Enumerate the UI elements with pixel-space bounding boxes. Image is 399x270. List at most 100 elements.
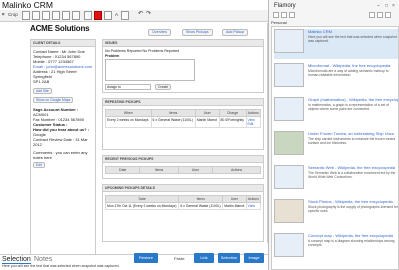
address-postcode: SP1 2AB: [33, 79, 50, 84]
maximize-icon[interactable]: □: [385, 3, 388, 9]
paste-selection-button[interactable]: Selection: [218, 253, 240, 263]
app-title: Malinko CRM: [2, 0, 54, 10]
create-issue-button[interactable]: Create: [155, 84, 172, 90]
clip-thumbnail: [274, 97, 304, 121]
row-when: Every 2 weeks on Mondays: [105, 116, 152, 128]
pen-tool-button[interactable]: [84, 11, 92, 20]
list-item[interactable]: Semantic Web - Wikipedia, the free encyc…: [274, 165, 398, 195]
clip-title: Semantic Web - Wikipedia, the free encyc…: [308, 165, 396, 170]
paste-image-button[interactable]: Image: [244, 253, 264, 263]
clip-title: Microformat - Wikipedia, the free encycl…: [308, 63, 391, 68]
snapshot-icon[interactable]: [289, 12, 295, 18]
edit-client-button[interactable]: Edit: [33, 162, 45, 168]
problem-label: Problem: [105, 54, 120, 58]
clip-desc: A concept map is a diagram showing relat…: [308, 239, 395, 248]
clip-thumbnail: [274, 165, 304, 189]
view-upcoming-button[interactable]: View: [248, 204, 255, 208]
col-date: Date: [104, 166, 141, 174]
list-item[interactable]: Under Frozen Tundra, an Icebreaking Ship…: [274, 131, 398, 161]
text-tool-button[interactable]: [72, 11, 80, 20]
font-size-label[interactable]: A: [115, 12, 118, 17]
add-site-button[interactable]: Add Site: [33, 88, 52, 94]
overview-button[interactable]: Overview: [148, 29, 171, 36]
tab-selection[interactable]: Selection: [2, 256, 31, 264]
clip-title: Stock Photos - Wikipedia, the free encyc…: [308, 199, 393, 204]
crop-icon[interactable]: ⌗: [2, 12, 5, 17]
col-user: User: [194, 109, 220, 117]
menu-icon[interactable]: [385, 12, 391, 18]
col-date: Date: [104, 195, 180, 203]
line-tool-button[interactable]: [62, 11, 70, 20]
stroke-width-button[interactable]: [104, 11, 112, 20]
show-pickups-button[interactable]: Show Pickups: [182, 29, 213, 36]
col-items: Items: [139, 166, 179, 174]
select-tool-button[interactable]: [22, 11, 30, 20]
list-item[interactable]: Malinko CRM Here you will see the text t…: [274, 29, 398, 59]
close-icon[interactable]: ×: [392, 3, 395, 9]
search-icon[interactable]: [369, 12, 375, 18]
col-user: User: [222, 195, 247, 203]
table-row: Mon 17th Oct 11 (Every 2 weeks on Monday…: [104, 202, 262, 210]
row-items: 6 x General Waste (1100L): [178, 202, 224, 210]
row-actions: View: [245, 202, 262, 210]
col-items: Items: [150, 109, 196, 117]
col-items: Items: [178, 195, 224, 203]
upcoming-pickups-table: Date Items User Actions Mon 17th Oct 11 …: [104, 195, 262, 210]
ellipse-tool-button[interactable]: [42, 11, 50, 20]
tab-notes[interactable]: Notes: [34, 256, 52, 263]
row-actions: View Edit: [245, 116, 262, 128]
flamory-sidebar: Flamory – □ × Personal Malinko CRM Here …: [268, 0, 399, 270]
arrow-tool-button[interactable]: [52, 11, 60, 20]
list-item[interactable]: Microformat - Wikipedia, the free encycl…: [274, 63, 398, 93]
undo-icon[interactable]: ↶: [138, 10, 143, 17]
clip-desc: Here you will see the text that was sele…: [308, 35, 397, 44]
google-maps-button[interactable]: Show on Google Maps: [33, 97, 74, 103]
edit-repeating-button[interactable]: Edit: [248, 122, 254, 126]
settings-icon[interactable]: [377, 12, 383, 18]
app-titlebar: Malinko CRM: [0, 0, 268, 10]
row-items: 6 x General Waste (1100L): [150, 116, 196, 128]
rectangle-tool-button[interactable]: [32, 11, 40, 20]
clip-thumbnail: [274, 131, 304, 155]
back-icon[interactable]: [273, 12, 279, 18]
flamory-title: Flamory: [274, 3, 296, 9]
color-picker-button[interactable]: [94, 11, 102, 20]
comments-cont: notes here: [33, 155, 52, 160]
restore-button[interactable]: Restore: [134, 253, 158, 263]
minimize-icon[interactable]: –: [377, 3, 380, 9]
list-item[interactable]: Concept map - Wikipedia, the free encycl…: [274, 233, 398, 263]
font-size-dropdown[interactable]: [121, 11, 129, 20]
problem-textarea[interactable]: [105, 59, 195, 81]
clip-desc: The ship carried instruments to measure …: [308, 137, 396, 146]
row-user: Martin Marrot: [222, 202, 247, 210]
recent-pickups-panel: RECENT PREVIOUS PICKUPS Date Items User …: [102, 155, 264, 179]
clip-desc: The Semantic Web is a collaborative move…: [308, 171, 396, 180]
selection-status: Here you will see the text that was sele…: [0, 264, 268, 270]
add-pickup-button[interactable]: Add Pickup: [222, 29, 249, 36]
crop-label[interactable]: Crop: [8, 12, 18, 17]
col-charge: Charge: [218, 109, 247, 117]
forward-icon[interactable]: [281, 12, 287, 18]
contract-review-year: 2012: [33, 142, 42, 147]
client-details-panel: CLIENT DETAILS Contact Name : Mr John Do…: [30, 39, 96, 259]
list-item[interactable]: Stock Photos - Wikipedia, the free encyc…: [274, 199, 398, 229]
list-item[interactable]: Graph (mathematics) - Wikipedia, the fre…: [274, 97, 398, 127]
clip-desc: Microformats are a way of adding semanti…: [308, 69, 389, 78]
paste-actions: Restore Paste: Link Selection Image: [128, 253, 268, 264]
redo-icon[interactable]: ↷: [146, 10, 151, 17]
clip-desc: In mathematics, a graph is a representat…: [308, 103, 390, 112]
clip-thumbnail: [274, 199, 304, 223]
snapshot-toolbar: ⌗ Crop A ↶ ↷: [0, 10, 268, 22]
table-row: Every 2 weeks on Mondays 6 x General Was…: [105, 116, 262, 128]
upcoming-pickups-header: UPCOMING PICKUPS DETAILS: [103, 185, 263, 192]
recent-pickups-table: Date Items User Actions: [104, 166, 261, 174]
recent-pickups-header: RECENT PREVIOUS PICKUPS: [103, 156, 263, 163]
col-actions: Actions: [245, 109, 262, 117]
clips-list: Malinko CRM Here you will see the text t…: [271, 26, 399, 270]
assign-to-select[interactable]: Assign to: [105, 84, 151, 90]
personal-label: Personal: [271, 20, 287, 25]
row-user: Martin Marrot: [194, 116, 220, 128]
col-user: User: [177, 166, 214, 174]
paste-link-button[interactable]: Link: [194, 253, 214, 263]
clip-thumbnail: [274, 63, 304, 87]
